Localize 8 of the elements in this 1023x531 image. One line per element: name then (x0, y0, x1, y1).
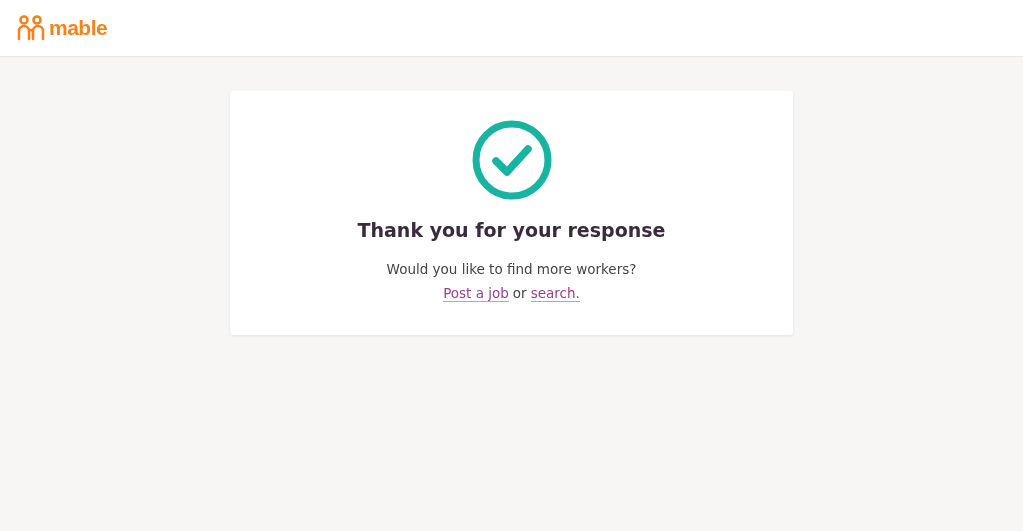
post-job-link[interactable]: Post a job (443, 285, 509, 302)
check-circle-icon (470, 119, 553, 201)
confirmation-title: Thank you for your response (357, 219, 666, 241)
logo-text: mable (49, 16, 108, 40)
connector-text: or (512, 285, 527, 302)
people-icon (17, 15, 45, 41)
question-text: Would you like to find more workers? (386, 261, 637, 277)
search-link[interactable]: search. (530, 285, 580, 302)
